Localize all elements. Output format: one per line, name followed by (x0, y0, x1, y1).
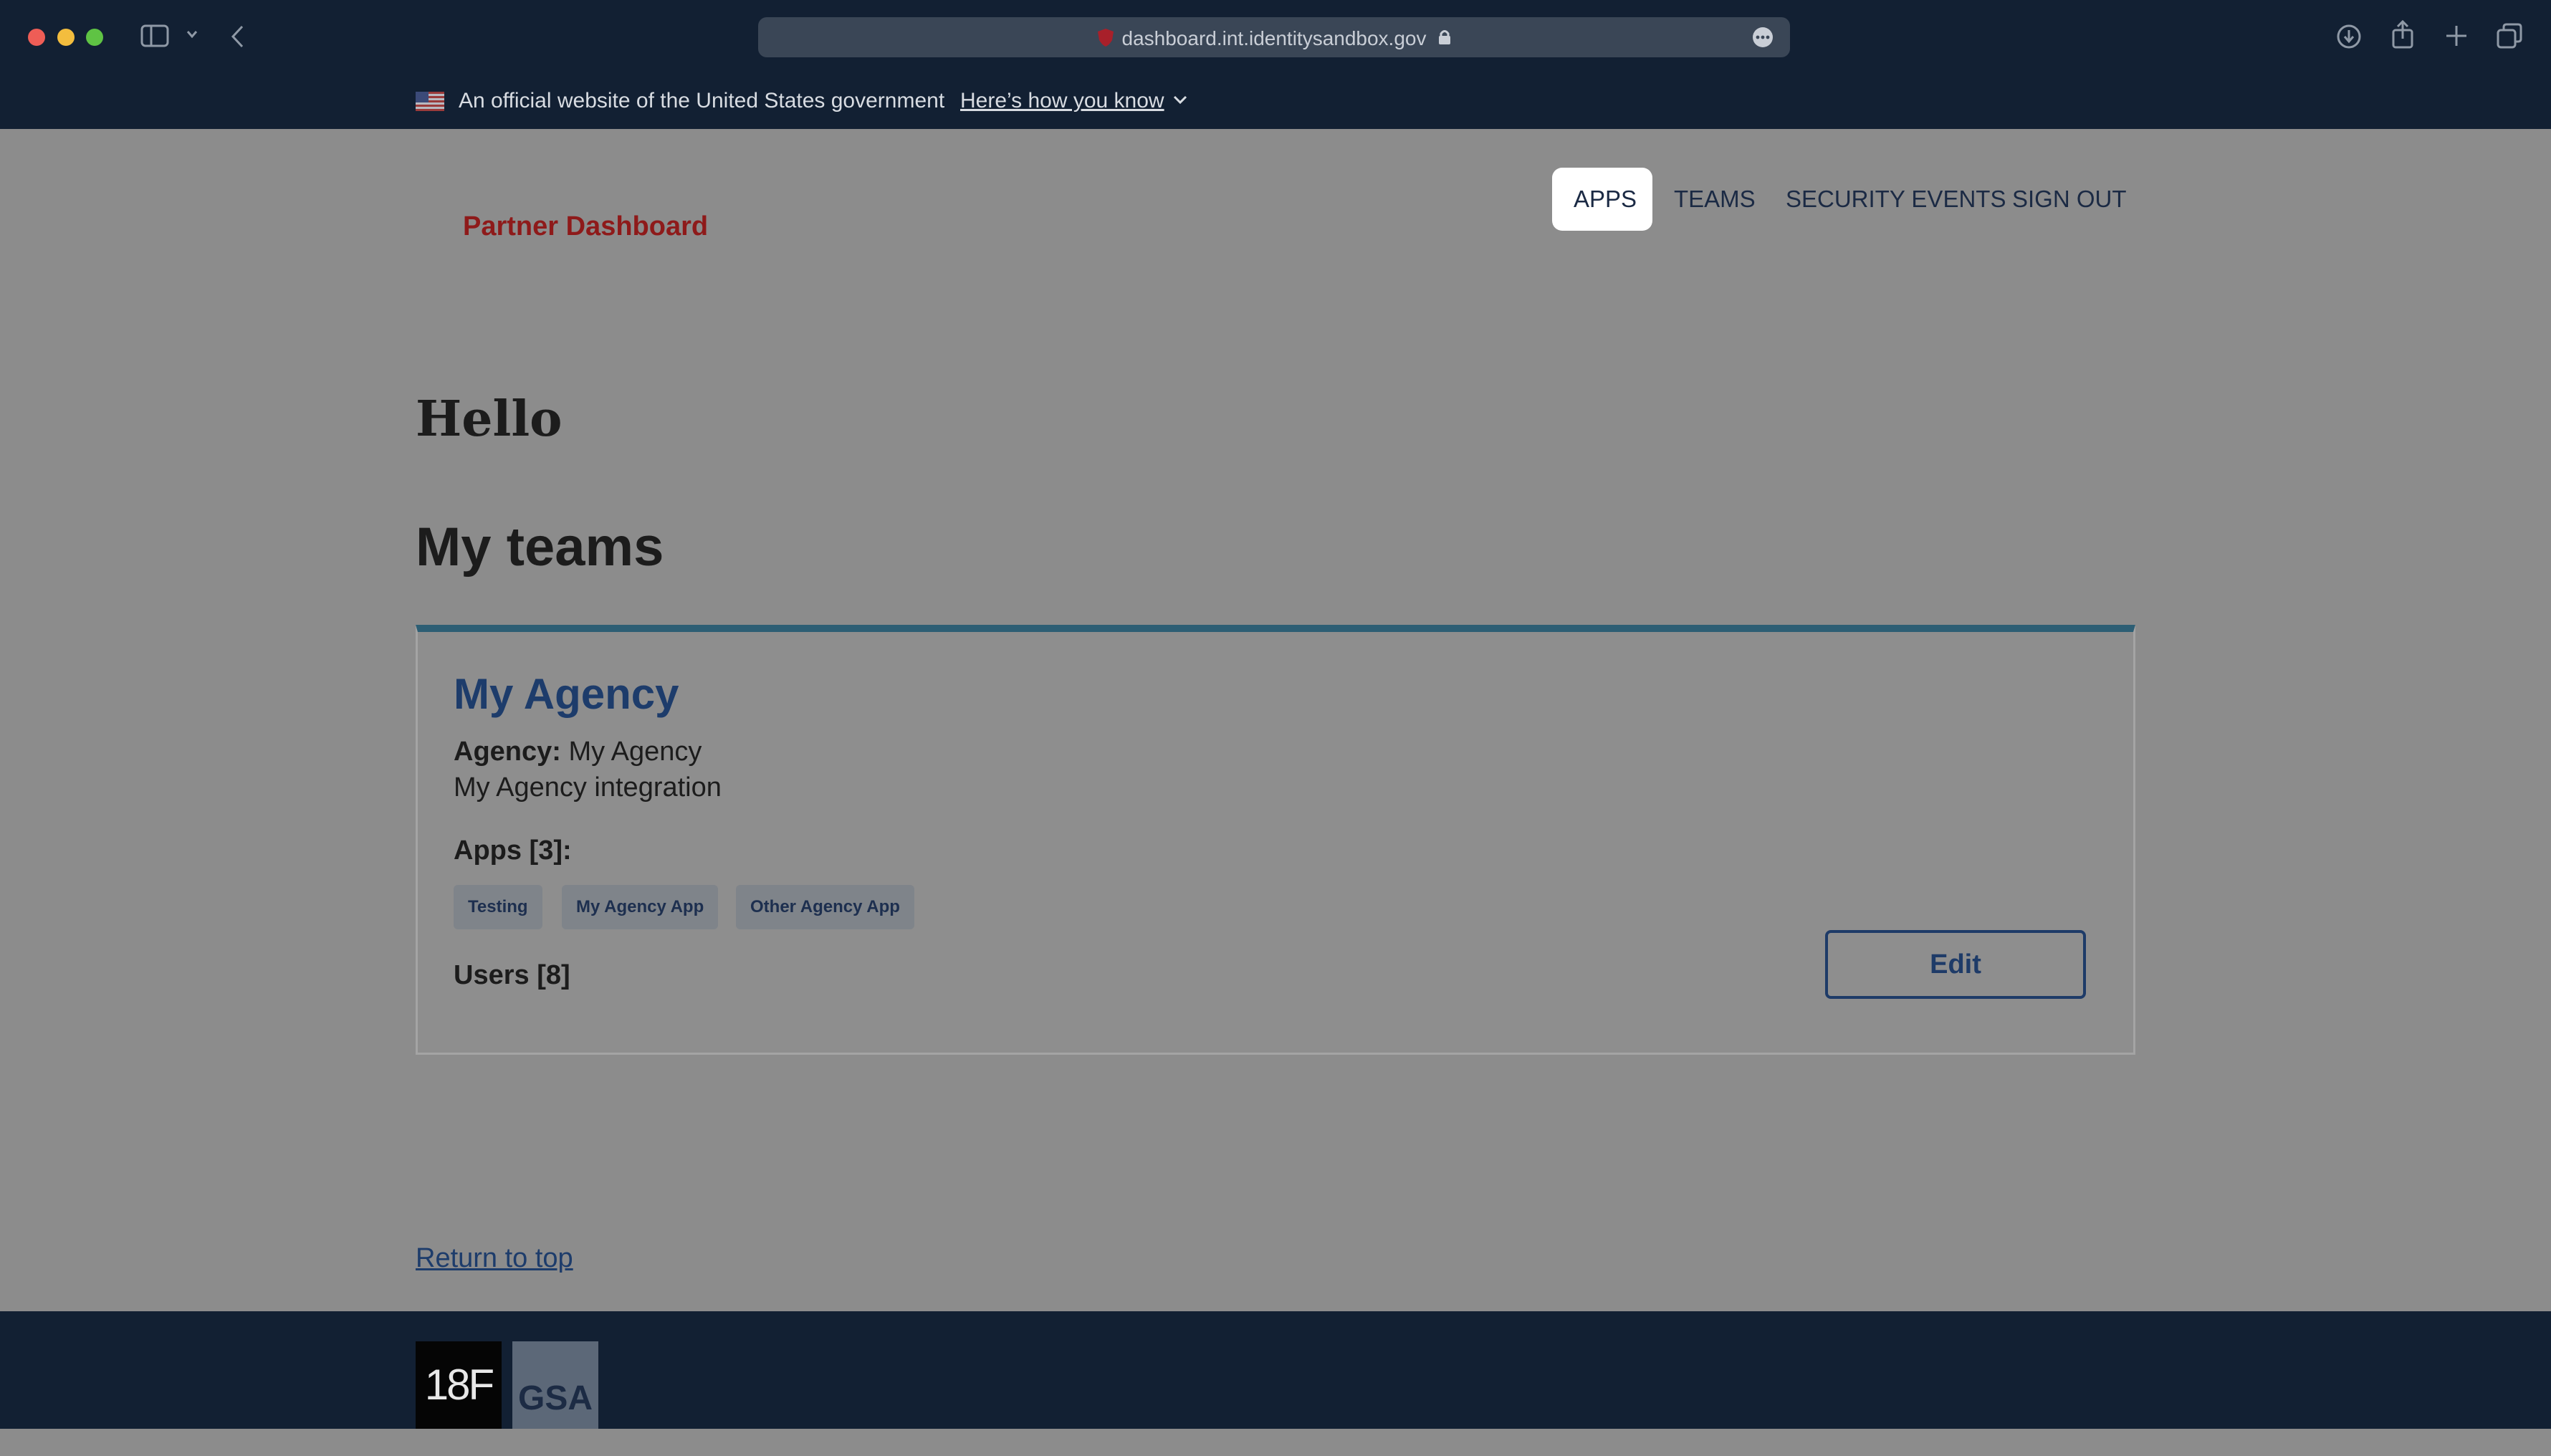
nav-security-events[interactable]: SECURITY EVENTS (1764, 168, 2027, 231)
chevron-down-icon[interactable] (1172, 95, 1188, 105)
edit-button[interactable]: Edit (1825, 930, 2086, 999)
team-card: My Agency Agency: My Agency My Agency in… (416, 625, 2135, 1055)
app-tag: Other Agency App (736, 885, 914, 929)
heres-how-you-know-link[interactable]: Here’s how you know (960, 89, 1164, 113)
gsa-logo[interactable]: GSA (512, 1341, 598, 1429)
share-icon[interactable] (2390, 20, 2415, 49)
download-icon[interactable] (2336, 24, 2362, 49)
lock-icon (1439, 30, 1450, 44)
more-icon[interactable] (1751, 26, 1774, 49)
agency-value: My Agency (568, 737, 702, 767)
greeting-heading: Hello (416, 391, 563, 448)
app-tag: Testing (454, 885, 542, 929)
agency-label: Agency: (454, 737, 561, 767)
address-bar[interactable]: dashboard.int.identitysandbox.gov (758, 17, 1790, 57)
zoom-window-button[interactable] (86, 29, 103, 46)
close-window-button[interactable] (28, 29, 45, 46)
partner-dashboard-logo[interactable]: Partner Dashboard (463, 211, 708, 242)
chevron-down-icon[interactable] (186, 30, 198, 39)
nav-teams[interactable]: TEAMS (1652, 168, 1777, 231)
return-to-top-link[interactable]: Return to top (416, 1243, 573, 1274)
url-text: dashboard.int.identitysandbox.gov (1121, 27, 1427, 49)
footer: 18F GSA (0, 1311, 2551, 1429)
team-name-link[interactable]: My Agency (454, 669, 679, 719)
page-content: Partner Dashboard APPS TEAMS SECURITY EV… (0, 129, 2551, 1311)
nav-sign-out[interactable]: SIGN OUT (1991, 168, 2148, 231)
browser-toolbar: dashboard.int.identitysandbox.gov (0, 0, 2551, 73)
sidebar-icon[interactable] (140, 24, 169, 49)
nav-apps[interactable]: APPS (1552, 168, 1652, 231)
minimize-window-button[interactable] (57, 29, 75, 46)
agency-line: Agency: My Agency (454, 737, 702, 767)
gov-banner-text: An official website of the United States… (459, 89, 945, 112)
gov-banner: An official website of the United States… (0, 73, 2551, 129)
back-icon[interactable] (229, 24, 245, 49)
18f-logo[interactable]: 18F (416, 1341, 502, 1429)
users-label: Users [8] (454, 960, 570, 990)
my-teams-heading: My teams (416, 517, 664, 578)
app-tag: My Agency App (562, 885, 719, 929)
new-tab-icon[interactable] (2445, 24, 2468, 47)
apps-label: Apps [3]: (454, 835, 572, 866)
team-description: My Agency integration (454, 772, 722, 803)
tab-overview-icon[interactable] (2497, 23, 2522, 49)
us-flag-icon (416, 92, 444, 111)
